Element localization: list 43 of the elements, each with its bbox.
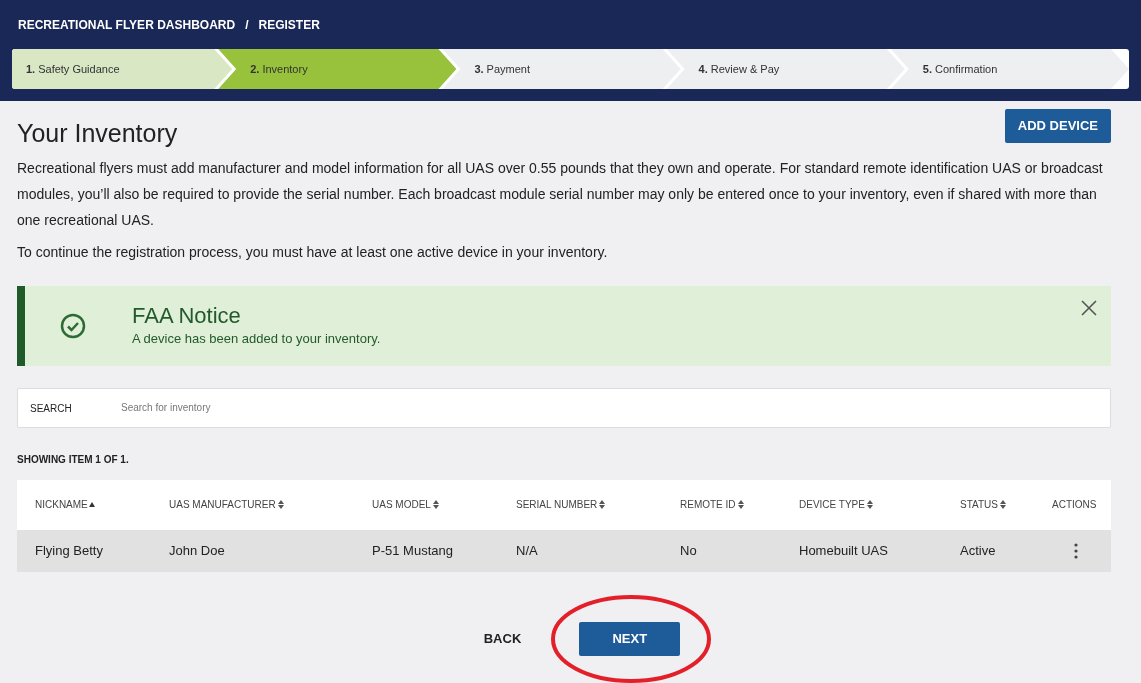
sort-icon (737, 500, 744, 509)
sort-icon (866, 500, 873, 509)
description-text: To continue the registration process, you must have at least one active device in your inventory. (17, 242, 609, 262)
progress-step: 1. Safety Guidance (12, 49, 233, 89)
table-cell-text: Flying Betty (35, 541, 104, 560)
column-header[interactable]: UAS MODEL (372, 497, 516, 512)
table-cell-text: P-51 Mustang (372, 541, 454, 560)
progress-step: 2. Inventory (218, 49, 457, 89)
progress-step: 5. Confirmation (890, 49, 1129, 89)
breadcrumb-separator: / (245, 17, 249, 34)
sort-ascending-icon (88, 502, 95, 507)
table-cell-text: Homebuilt UAS (799, 541, 889, 560)
description-text: Recreational flyers must add manufacturer and model information for all UAS over 0.55 pounds that they own and operate. For standard remote identification UAS or broadcast modules, you’ll also be required to provide the serial number. Each broadcast module serial number may only be entered once to your inventory, even if shared with more than one recreational UAS. (17, 158, 1104, 230)
results-count: SHOWING ITEM 1 OF 1. (17, 452, 130, 467)
more-options-icon[interactable] (1074, 542, 1078, 559)
sort-icon (999, 500, 1006, 509)
column-header[interactable]: ACTIONS (1052, 497, 1111, 512)
breadcrumb-link[interactable]: RECREATIONAL FLYER DASHBOARD (18, 16, 236, 34)
sort-icon (599, 500, 606, 509)
search-label: SEARCH (30, 401, 72, 416)
check-circle-icon (60, 312, 86, 339)
table-cell-text: John Doe (169, 541, 226, 560)
breadcrumb-link[interactable]: REGISTER (258, 16, 320, 34)
sort-icon (432, 500, 439, 509)
column-header[interactable]: UAS MANUFACTURER (169, 497, 372, 512)
column-header[interactable]: REMOTE ID (680, 497, 799, 512)
page-title: Your Inventory (17, 118, 178, 149)
table-cell-text: No (680, 541, 698, 560)
column-header[interactable]: STATUS (960, 497, 1052, 512)
close-icon[interactable] (1081, 299, 1097, 316)
progress-step: 4. Review & Pay (666, 49, 905, 89)
table-cell-text: Active (960, 541, 997, 560)
column-header[interactable]: DEVICE TYPE (799, 497, 960, 512)
add-device-button[interactable]: ADD DEVICE (1004, 109, 1111, 143)
table-cell-text: N/A (516, 541, 539, 560)
back-button[interactable]: BACK (479, 621, 526, 656)
next-button[interactable]: NEXT (579, 621, 681, 656)
notice-title: FAA Notice (132, 302, 242, 329)
column-header[interactable]: SERIAL NUMBER (516, 497, 680, 512)
sort-icon (277, 500, 284, 509)
column-header[interactable]: NICKNAME (35, 497, 169, 512)
progress-step: 3. Payment (442, 49, 681, 89)
notice-message: A device has been added to your inventory. (132, 329, 381, 348)
